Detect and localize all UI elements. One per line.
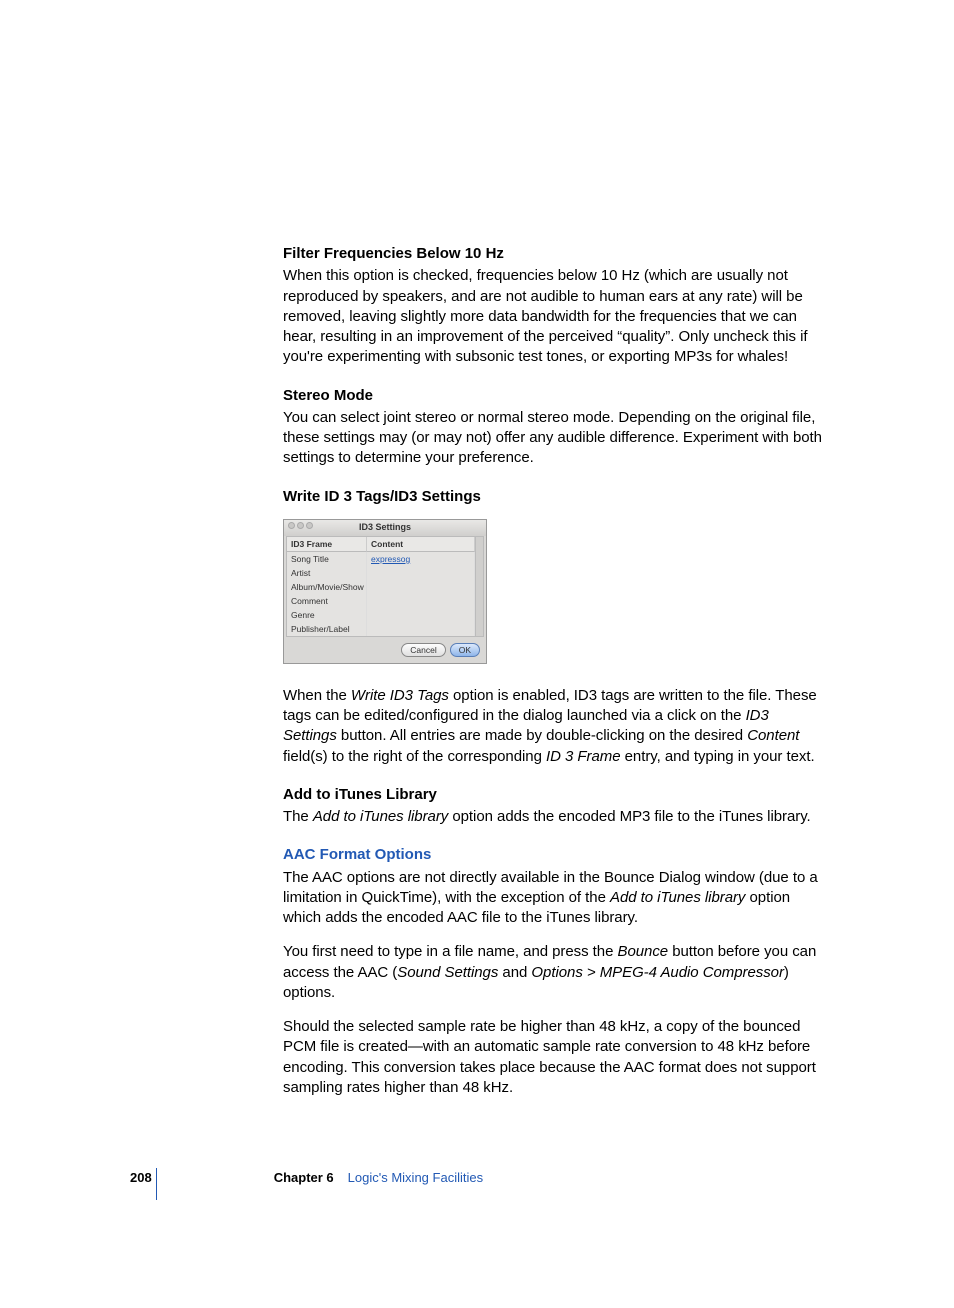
text: button. All entries are made by double-c… (337, 727, 747, 744)
text-italic: Sound Settings (397, 964, 498, 981)
row-label: Genre (287, 608, 367, 622)
row-label: Publisher/Label (287, 622, 367, 636)
text: You first need to type in a file name, a… (283, 943, 618, 960)
para-itunes: The Add to iTunes library option adds th… (283, 807, 823, 827)
para-filter: When this option is checked, frequencies… (283, 266, 823, 367)
para-stereo: You can select joint stereo or normal st… (283, 408, 823, 469)
footer-rule (156, 1168, 157, 1200)
row-value[interactable] (367, 622, 475, 636)
row-label: Comment (287, 594, 367, 608)
minimize-icon[interactable] (297, 522, 304, 529)
page-content: Filter Frequencies Below 10 Hz When this… (283, 244, 823, 1116)
text: and (498, 964, 531, 981)
heading-filter: Filter Frequencies Below 10 Hz (283, 244, 823, 264)
text-italic: ID 3 Frame (546, 748, 621, 765)
para-id3: When the Write ID3 Tags option is enable… (283, 686, 823, 767)
page-footer: 208 Chapter 6 Logic's Mixing Facilities (130, 1170, 830, 1185)
row-value[interactable]: expressog (367, 552, 475, 566)
row-label: Album/Movie/Show (287, 580, 367, 594)
para-aac-2: You first need to type in a file name, a… (283, 942, 823, 1003)
text: The (283, 808, 313, 825)
para-aac-3: Should the selected sample rate be highe… (283, 1017, 823, 1098)
text-italic: Bounce (618, 943, 669, 960)
text-italic: Write ID3 Tags (351, 687, 449, 704)
heading-aac: AAC Format Options (283, 845, 823, 865)
id3-dialog-title: ID3 Settings (359, 522, 411, 532)
heading-id3: Write ID 3 Tags/ID3 Settings (283, 487, 823, 507)
zoom-icon[interactable] (306, 522, 313, 529)
text: option adds the encoded MP3 file to the … (448, 808, 810, 825)
text-italic: Content (747, 727, 799, 744)
ok-button[interactable]: OK (450, 643, 480, 657)
row-value[interactable] (367, 594, 475, 608)
cancel-button[interactable]: Cancel (401, 643, 445, 657)
row-label: Artist (287, 566, 367, 580)
text-italic: Add to iTunes library (313, 808, 448, 825)
row-value[interactable] (367, 580, 475, 594)
text-italic: Add to iTunes library (610, 889, 745, 906)
page-number: 208 (130, 1170, 152, 1185)
id3-dialog: ID3 Settings ID3 Frame Content Song Titl… (283, 519, 487, 664)
text: entry, and typing in your text. (621, 748, 815, 765)
window-controls (288, 522, 313, 529)
chapter-title: Logic's Mixing Facilities (348, 1170, 483, 1185)
close-icon[interactable] (288, 522, 295, 529)
scrollbar[interactable] (475, 537, 483, 636)
para-aac-1: The AAC options are not directly availab… (283, 868, 823, 929)
heading-stereo: Stereo Mode (283, 386, 823, 406)
text: When the (283, 687, 351, 704)
col-id3-frame: ID3 Frame (287, 537, 367, 552)
id3-table: ID3 Frame Content Song Title expressog A… (286, 536, 484, 637)
id3-dialog-titlebar: ID3 Settings (284, 520, 486, 536)
dialog-buttons: Cancel OK (284, 637, 486, 663)
chapter-label: Chapter 6 (274, 1170, 334, 1185)
row-value[interactable] (367, 566, 475, 580)
row-label: Song Title (287, 552, 367, 566)
text: field(s) to the right of the correspondi… (283, 748, 546, 765)
text-italic: Options > MPEG-4 Audio Compressor (531, 964, 783, 981)
row-value[interactable] (367, 608, 475, 622)
col-content: Content (367, 537, 475, 552)
heading-itunes: Add to iTunes Library (283, 785, 823, 805)
